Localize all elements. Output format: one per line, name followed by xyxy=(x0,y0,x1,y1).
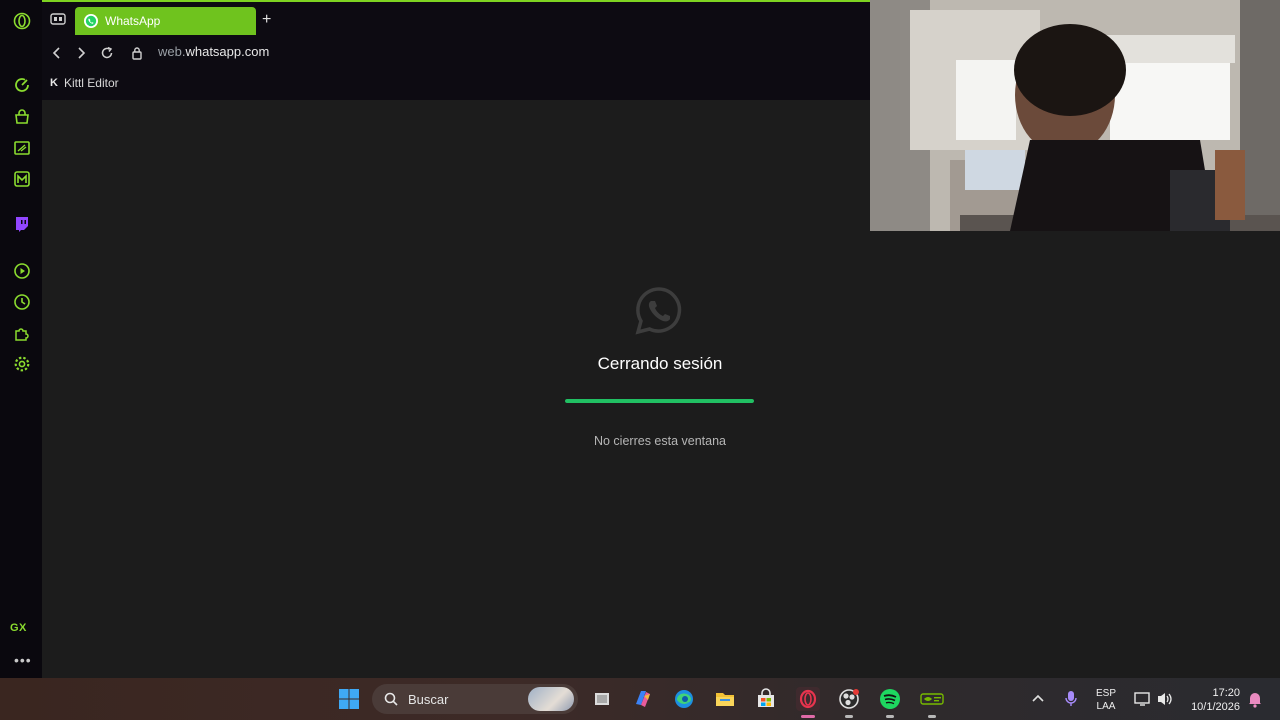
task-view-button[interactable] xyxy=(589,686,615,712)
notification-bell-icon[interactable] xyxy=(1242,686,1268,712)
tab-title: WhatsApp xyxy=(105,14,161,28)
opera-gx-button[interactable] xyxy=(795,686,821,718)
store-button[interactable] xyxy=(753,686,779,712)
player-icon[interactable] xyxy=(11,260,33,282)
taskbar-search[interactable]: Buscar xyxy=(372,684,578,714)
store-icon xyxy=(758,688,774,707)
obs-icon xyxy=(839,689,859,709)
bookmark-label: Kittl Editor xyxy=(63,76,119,90)
opera-logo-icon[interactable] xyxy=(11,10,33,32)
copilot-button[interactable] xyxy=(630,686,656,712)
edge-icon xyxy=(675,690,693,708)
screen: Cerrando sesión No cierres esta ventana … xyxy=(0,0,1280,720)
workspaces-icon[interactable] xyxy=(50,12,66,26)
language-line-1: ESP xyxy=(1095,688,1116,699)
edge-button[interactable] xyxy=(671,686,697,712)
shopping-bag-icon[interactable] xyxy=(11,106,33,128)
system-clock[interactable]: 17:20 10/1/2026 xyxy=(1184,686,1240,714)
bookmarks-bar: K Kittl Editor xyxy=(42,68,870,100)
language-indicator[interactable]: ESP LAA xyxy=(1094,687,1118,713)
copilot-icon xyxy=(636,691,650,707)
nvidia-button[interactable] xyxy=(919,686,945,718)
logout-title: Cerrando sesión xyxy=(597,354,723,373)
bookmark-kittl[interactable]: K Kittl Editor xyxy=(50,76,119,90)
speed-dial-icon[interactable] xyxy=(11,74,33,96)
address-bar: web.whatsapp.com xyxy=(42,38,870,68)
tab-bar: WhatsApp + xyxy=(42,2,870,38)
folder-icon xyxy=(716,693,734,706)
logout-progress-bar xyxy=(565,399,754,403)
opera-gx-icon xyxy=(796,687,820,711)
messenger-m-icon[interactable] xyxy=(11,168,33,190)
reload-icon xyxy=(101,46,113,59)
logout-note: No cierres esta ventana xyxy=(593,434,726,448)
webcam-overlay xyxy=(870,0,1280,231)
whatsapp-logo-icon xyxy=(635,287,682,335)
whatsapp-tab-icon xyxy=(84,14,98,28)
running-indicator xyxy=(928,715,936,718)
gx-control-label[interactable]: GX xyxy=(10,622,27,634)
url-domain: whatsapp.com xyxy=(185,44,270,59)
chevron-left-icon xyxy=(52,47,60,59)
windows-taskbar: Buscar ESP LAA 17:20 10/1/2026 xyxy=(0,678,1280,720)
forward-button[interactable] xyxy=(72,44,90,62)
browser-sidebar: GX ••• xyxy=(0,0,42,678)
clock-date: 10/1/2026 xyxy=(1191,701,1240,713)
back-button[interactable] xyxy=(48,44,66,62)
site-security-button[interactable] xyxy=(128,44,146,62)
url-prefix: web. xyxy=(158,44,186,59)
running-indicator xyxy=(845,715,853,718)
kittl-icon: K xyxy=(50,77,58,89)
windows-logo-icon xyxy=(339,689,359,709)
search-highlight-image xyxy=(528,687,574,711)
lock-icon xyxy=(132,47,142,60)
sidebar-more-icon[interactable]: ••• xyxy=(14,652,32,668)
new-tab-button[interactable]: + xyxy=(262,11,271,29)
url-field[interactable]: web.whatsapp.com xyxy=(158,44,269,59)
nvidia-icon xyxy=(920,693,944,705)
language-line-2: LAA xyxy=(1096,701,1116,712)
spotify-button[interactable] xyxy=(877,686,903,718)
chevron-right-icon xyxy=(78,47,86,59)
microphone-icon[interactable] xyxy=(1058,686,1084,712)
obs-button[interactable] xyxy=(836,686,862,718)
volume-icon[interactable] xyxy=(1152,686,1178,712)
clock-time: 17:20 xyxy=(1212,687,1240,699)
running-indicator xyxy=(886,715,894,718)
task-view-icon xyxy=(595,693,609,705)
search-icon xyxy=(384,692,398,706)
tab-whatsapp[interactable]: WhatsApp xyxy=(75,7,256,35)
reload-button[interactable] xyxy=(98,44,116,62)
tray-overflow-chevron-icon[interactable] xyxy=(1032,691,1044,705)
twitch-icon[interactable] xyxy=(11,213,33,235)
gx-corner-icon[interactable] xyxy=(11,137,33,159)
start-button[interactable] xyxy=(336,686,362,712)
search-placeholder: Buscar xyxy=(408,691,449,707)
settings-icon[interactable] xyxy=(11,353,33,375)
history-icon[interactable] xyxy=(11,291,33,313)
logout-progress-fill xyxy=(565,399,754,403)
extensions-icon[interactable] xyxy=(11,322,33,344)
running-indicator xyxy=(801,715,815,718)
file-explorer-button[interactable] xyxy=(712,686,738,712)
spotify-icon xyxy=(880,689,900,709)
